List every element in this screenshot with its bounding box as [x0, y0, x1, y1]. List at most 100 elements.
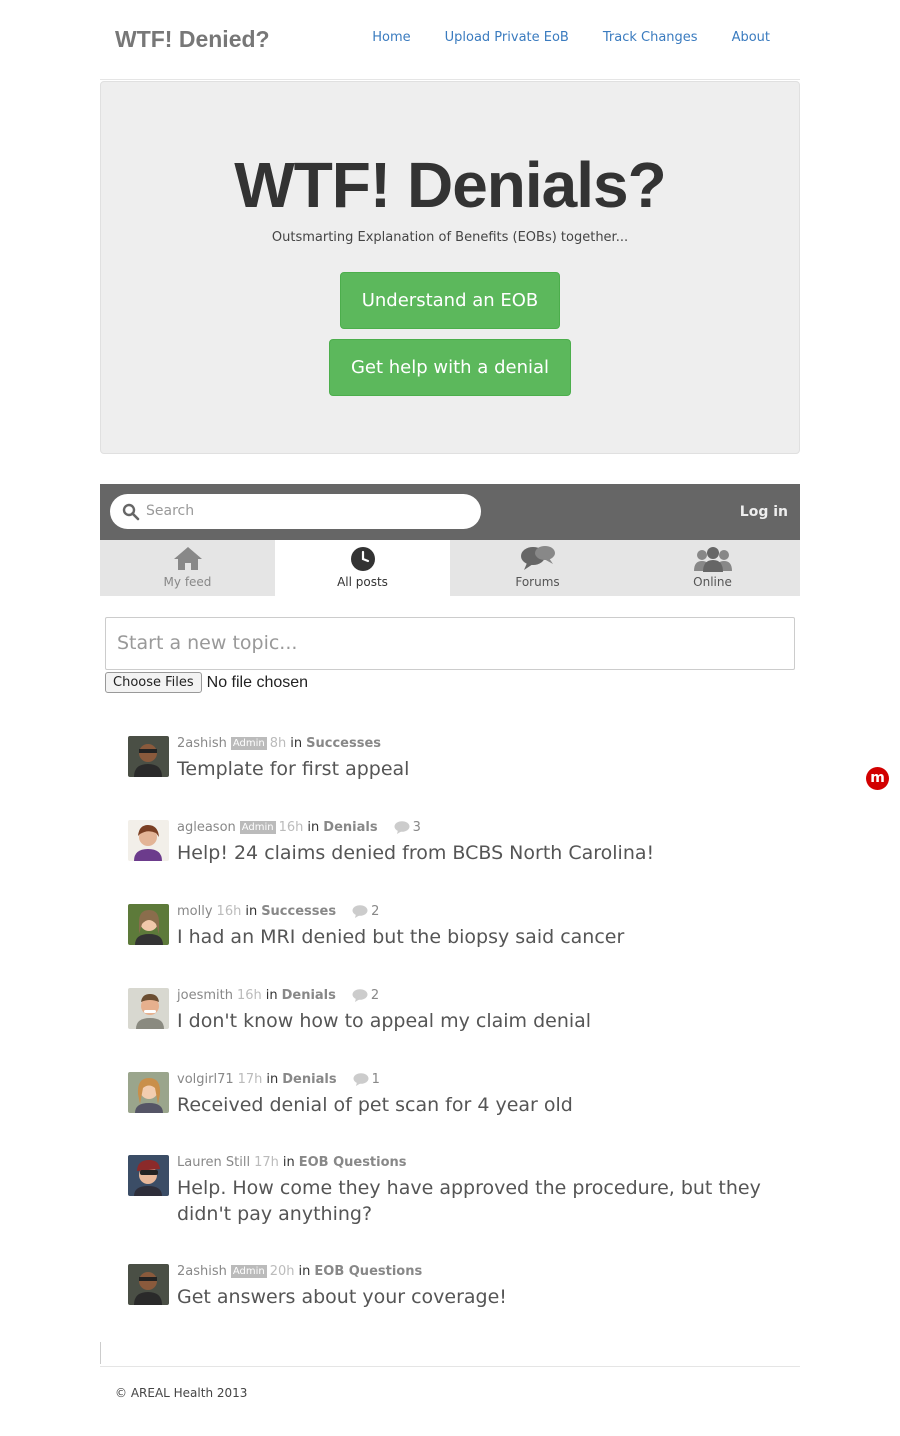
in-label: in [265, 988, 278, 1003]
comment-count[interactable]: 3 [394, 820, 421, 835]
avatar[interactable] [128, 988, 169, 1029]
post-time: 17h [254, 1155, 279, 1170]
post-meta: Lauren Still 17h in EOB Questions [177, 1155, 407, 1170]
comment-count[interactable]: 2 [352, 904, 379, 919]
post-meta: volgirl71 17h in Denials 1 [177, 1072, 380, 1087]
people-icon [693, 547, 732, 572]
post-meta: 2ashish Admin 20h in EOB Questions [177, 1264, 422, 1279]
post-time: 20h [269, 1264, 295, 1279]
post-title[interactable]: Get answers about your coverage! [177, 1284, 777, 1310]
in-label: in [266, 1072, 279, 1087]
floating-m-badge[interactable]: m [866, 767, 889, 790]
post-title[interactable]: I don't know how to appeal my claim deni… [177, 1008, 777, 1034]
nav-about-link[interactable]: About [732, 30, 770, 45]
get-help-denial-button[interactable]: Get help with a denial [329, 339, 571, 396]
comment-count[interactable]: 1 [353, 1072, 380, 1087]
file-upload-row: Choose Files No file chosen [105, 672, 308, 693]
post-time: 16h [236, 988, 262, 1003]
clock-icon [350, 547, 375, 571]
in-label: in [245, 904, 258, 919]
comment-count-value: 2 [371, 904, 380, 919]
tab-my-feed[interactable]: My feed [100, 540, 275, 596]
admin-badge: Admin [230, 737, 267, 750]
new-topic-box[interactable] [105, 617, 795, 670]
nav-home-link[interactable]: Home [372, 30, 410, 45]
footer-copyright: © AREAL Health 2013 [115, 1386, 248, 1400]
avatar[interactable] [128, 820, 169, 861]
post-forum[interactable]: Denials [282, 988, 336, 1003]
nav-upload-link[interactable]: Upload Private EoB [445, 30, 569, 45]
tab-label: Forums [515, 575, 560, 589]
home-icon [173, 547, 202, 570]
admin-badge: Admin [230, 1265, 267, 1278]
post-title[interactable]: Help! 24 claims denied from BCBS North C… [177, 840, 777, 866]
comment-icon [353, 1073, 369, 1086]
feed-tabs: My feed All posts Forums Online [100, 540, 800, 596]
tab-forums[interactable]: Forums [450, 540, 625, 596]
file-status-text: No file chosen [206, 673, 309, 691]
avatar[interactable] [128, 904, 169, 945]
post-meta: agleason Admin 16h in Denials 3 [177, 820, 421, 835]
admin-badge: Admin [239, 821, 276, 834]
post-meta: 2ashish Admin 8h in Successes [177, 736, 381, 751]
hero-jumbotron: WTF! Denials? Outsmarting Explanation of… [100, 81, 800, 454]
post-time: 17h [237, 1072, 263, 1087]
post-forum[interactable]: EOB Questions [314, 1264, 422, 1279]
footer-divider-tick [100, 1342, 101, 1364]
search-icon [122, 503, 140, 521]
post-meta: molly 16h in Successes 2 [177, 904, 379, 919]
post-forum[interactable]: Denials [282, 1072, 336, 1087]
comment-count[interactable]: 2 [352, 988, 379, 1003]
post-author[interactable]: 2ashish [177, 1264, 227, 1279]
login-link[interactable]: Log in [740, 504, 788, 520]
search-input[interactable] [146, 501, 466, 521]
post-title[interactable]: Received denial of pet scan for 4 year o… [177, 1092, 777, 1118]
post-forum[interactable]: Successes [261, 904, 336, 919]
tab-label: My feed [163, 575, 212, 589]
tab-label: All posts [337, 575, 388, 589]
post-meta: joesmith 16h in Denials 2 [177, 988, 379, 1003]
post-forum[interactable]: Denials [323, 820, 377, 835]
comment-count-value: 1 [371, 1072, 380, 1087]
comment-count-value: 2 [370, 988, 380, 1003]
understand-eob-button[interactable]: Understand an EOB [340, 272, 560, 329]
tab-label: Online [693, 575, 732, 589]
comment-icon [394, 821, 410, 834]
comment-icon [352, 989, 368, 1002]
tab-online[interactable]: Online [625, 540, 800, 596]
avatar[interactable] [128, 1155, 169, 1196]
avatar[interactable] [128, 736, 169, 777]
post-author[interactable]: volgirl71 [177, 1072, 234, 1087]
tab-all-posts[interactable]: All posts [275, 540, 450, 596]
post-time: 8h [269, 736, 287, 751]
choose-files-button[interactable]: Choose Files [105, 672, 202, 693]
post-author[interactable]: Lauren Still [177, 1155, 250, 1170]
search-box[interactable] [110, 494, 481, 529]
avatar[interactable] [128, 1072, 169, 1113]
nav-track-changes-link[interactable]: Track Changes [603, 30, 698, 45]
hero-title: WTF! Denials? [234, 149, 666, 221]
in-label: in [282, 1155, 295, 1170]
post-author[interactable]: molly [177, 904, 213, 919]
nav-links: Home Upload Private EoB Track Changes Ab… [372, 30, 770, 45]
post-time: 16h [278, 820, 304, 835]
hero-subtitle: Outsmarting Explanation of Benefits (EOB… [271, 230, 629, 245]
in-label: in [290, 736, 303, 751]
post-forum[interactable]: EOB Questions [299, 1155, 407, 1170]
post-forum[interactable]: Successes [306, 736, 381, 751]
in-label: in [298, 1264, 311, 1279]
post-title[interactable]: Help. How come they have approved the pr… [177, 1175, 777, 1227]
forum-header-bar: Log in [100, 484, 800, 540]
brand-logo[interactable]: WTF! Denied? [115, 26, 270, 53]
avatar[interactable] [128, 1264, 169, 1305]
top-navbar: WTF! Denied? Home Upload Private EoB Tra… [100, 0, 800, 80]
post-time: 16h [216, 904, 242, 919]
post-author[interactable]: 2ashish [177, 736, 227, 751]
comment-count-value: 3 [412, 820, 421, 835]
post-author[interactable]: agleason [177, 820, 236, 835]
post-title[interactable]: Template for first appeal [177, 756, 777, 782]
footer-divider [100, 1366, 800, 1367]
post-title[interactable]: I had an MRI denied but the biopsy said … [177, 924, 777, 950]
new-topic-input[interactable] [117, 630, 777, 656]
post-author[interactable]: joesmith [177, 988, 233, 1003]
